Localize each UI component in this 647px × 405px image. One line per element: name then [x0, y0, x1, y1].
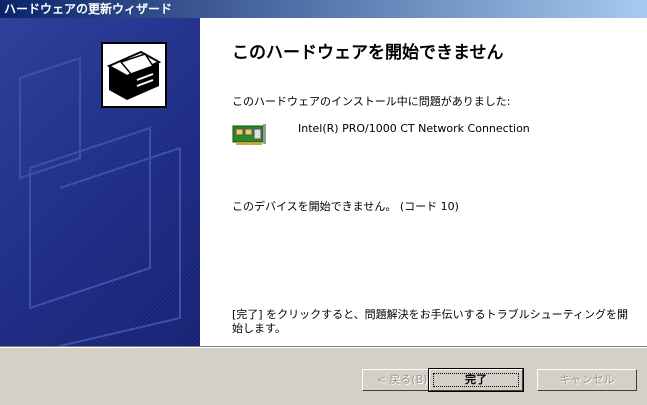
focus-rect: [433, 373, 519, 387]
device-name: Intel(R) PRO/1000 CT Network Connection: [298, 122, 530, 135]
network-card-icon: [232, 124, 266, 145]
page-heading: このハードウェアを開始できません: [232, 43, 504, 63]
finish-button[interactable]: 完了: [428, 368, 524, 392]
separator-light: [0, 347, 647, 348]
wizard-sidebar: [0, 18, 200, 346]
hardware-update-wizard-window: ハードウェアの更新ウィザード このハードウェアを開始できません このハードウェア…: [0, 0, 647, 405]
hardware-box-icon: [101, 42, 167, 108]
problem-message: このハードウェアのインストール中に問題がありました:: [232, 95, 511, 108]
finish-hint-text: [完了] をクリックすると、問題解決をお手伝いするトラブルシューティングを開始し…: [232, 308, 628, 335]
sidebar-decoration: [0, 18, 200, 346]
cancel-button[interactable]: キャンセル: [537, 369, 637, 391]
device-status-message: このデバイスを開始できません。 (コード 10): [232, 200, 459, 213]
window-title[interactable]: ハードウェアの更新ウィザード: [0, 0, 647, 18]
wizard-content: このハードウェアを開始できません このハードウェアのインストール中に問題がありま…: [0, 18, 647, 346]
